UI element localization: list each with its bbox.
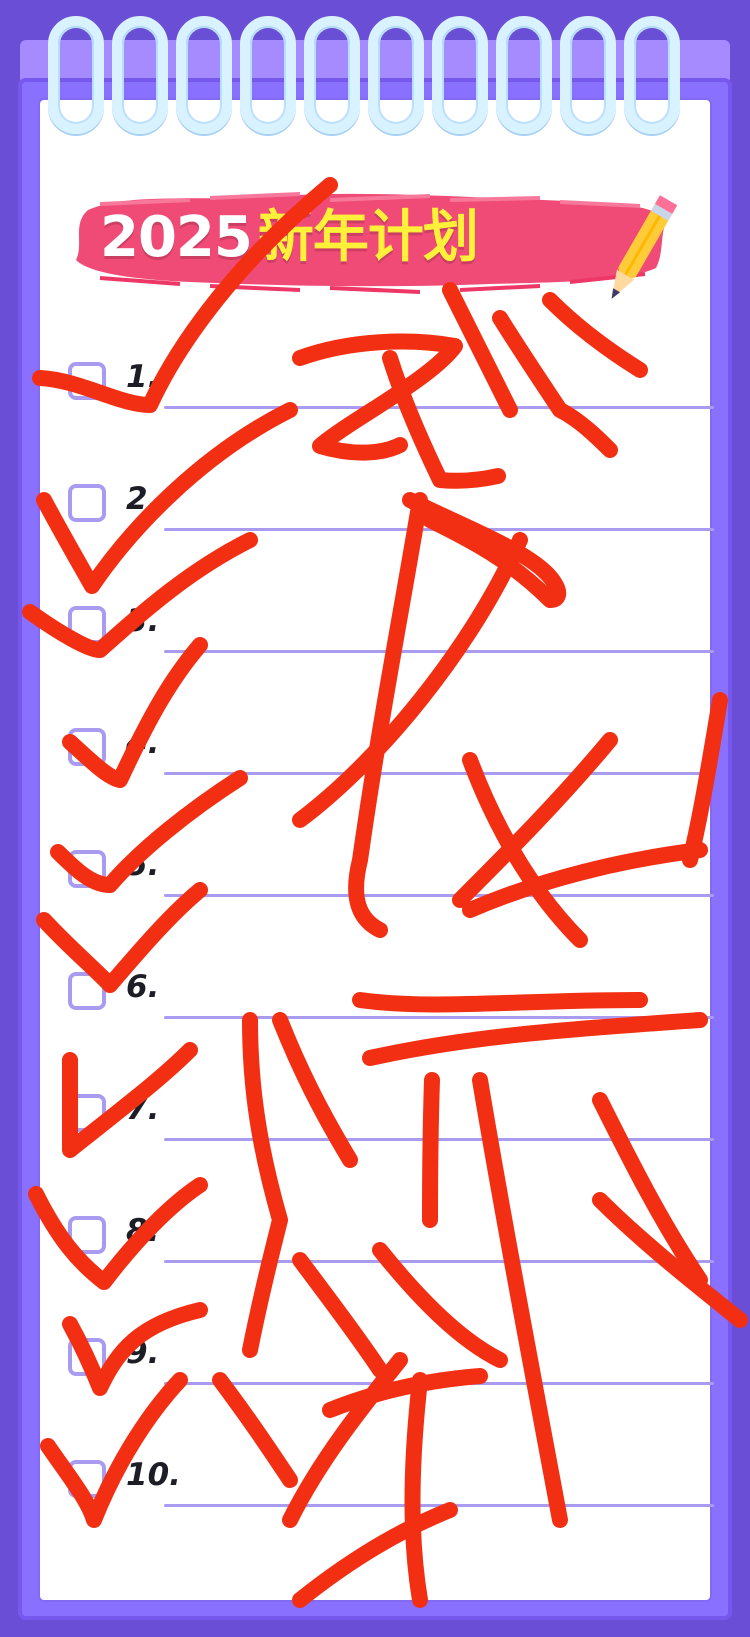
item-rule-line bbox=[164, 772, 714, 775]
spiral-ring-icon bbox=[48, 16, 104, 134]
checkbox-icon[interactable] bbox=[68, 362, 106, 400]
spiral-ring-icon bbox=[176, 16, 232, 134]
plan-item: 3. bbox=[68, 598, 714, 668]
spiral-ring-icon bbox=[368, 16, 424, 134]
item-rule-line bbox=[164, 528, 714, 531]
spiral-ring-icon bbox=[624, 16, 680, 134]
spiral-ring-icon bbox=[432, 16, 488, 134]
plan-item: 9. bbox=[68, 1330, 714, 1400]
plan-item: 7. bbox=[68, 1086, 714, 1156]
checkbox-icon[interactable] bbox=[68, 1338, 106, 1376]
item-number: 9. bbox=[126, 1335, 160, 1371]
spiral-ring-icon bbox=[496, 16, 552, 134]
spiral-rings bbox=[48, 8, 688, 148]
item-number: 6. bbox=[126, 969, 160, 1005]
plan-item: 4. bbox=[68, 720, 714, 790]
checkbox-icon[interactable] bbox=[68, 728, 106, 766]
plan-item: 10. bbox=[68, 1452, 714, 1522]
item-rule-line bbox=[164, 650, 714, 653]
item-number: 1. bbox=[126, 359, 160, 395]
plan-item: 6. bbox=[68, 964, 714, 1034]
item-rule-line bbox=[164, 1504, 714, 1507]
spiral-ring-icon bbox=[560, 16, 616, 134]
item-number: 3. bbox=[126, 603, 160, 639]
checkbox-icon[interactable] bbox=[68, 972, 106, 1010]
item-number: 2. bbox=[126, 481, 160, 517]
checkbox-icon[interactable] bbox=[68, 1460, 106, 1498]
plan-item: 8. bbox=[68, 1208, 714, 1278]
new-year-plan-page: 2025 新年计划 1. 2. 3. 4. 5. 6. 7. 8. 9. 10. bbox=[0, 0, 750, 1637]
item-rule-line bbox=[164, 1016, 714, 1019]
item-rule-line bbox=[164, 894, 714, 897]
pencil-icon bbox=[611, 195, 678, 299]
item-rule-line bbox=[164, 406, 714, 409]
item-rule-line bbox=[164, 1382, 714, 1385]
spiral-ring-icon bbox=[112, 16, 168, 134]
plan-item: 1. bbox=[68, 354, 714, 424]
spiral-ring-icon bbox=[240, 16, 296, 134]
plan-item: 5. bbox=[68, 842, 714, 912]
item-rule-line bbox=[164, 1138, 714, 1141]
item-rule-line bbox=[164, 1260, 714, 1263]
item-number: 7. bbox=[126, 1091, 160, 1127]
checkbox-icon[interactable] bbox=[68, 1216, 106, 1254]
checkbox-icon[interactable] bbox=[68, 606, 106, 644]
spiral-ring-icon bbox=[304, 16, 360, 134]
item-number: 10. bbox=[126, 1457, 181, 1493]
item-number: 4. bbox=[126, 725, 160, 761]
item-number: 5. bbox=[126, 847, 160, 883]
checkbox-icon[interactable] bbox=[68, 484, 106, 522]
item-number: 8. bbox=[126, 1213, 160, 1249]
plan-item: 2. bbox=[68, 476, 714, 546]
checkbox-icon[interactable] bbox=[68, 850, 106, 888]
checkbox-icon[interactable] bbox=[68, 1094, 106, 1132]
